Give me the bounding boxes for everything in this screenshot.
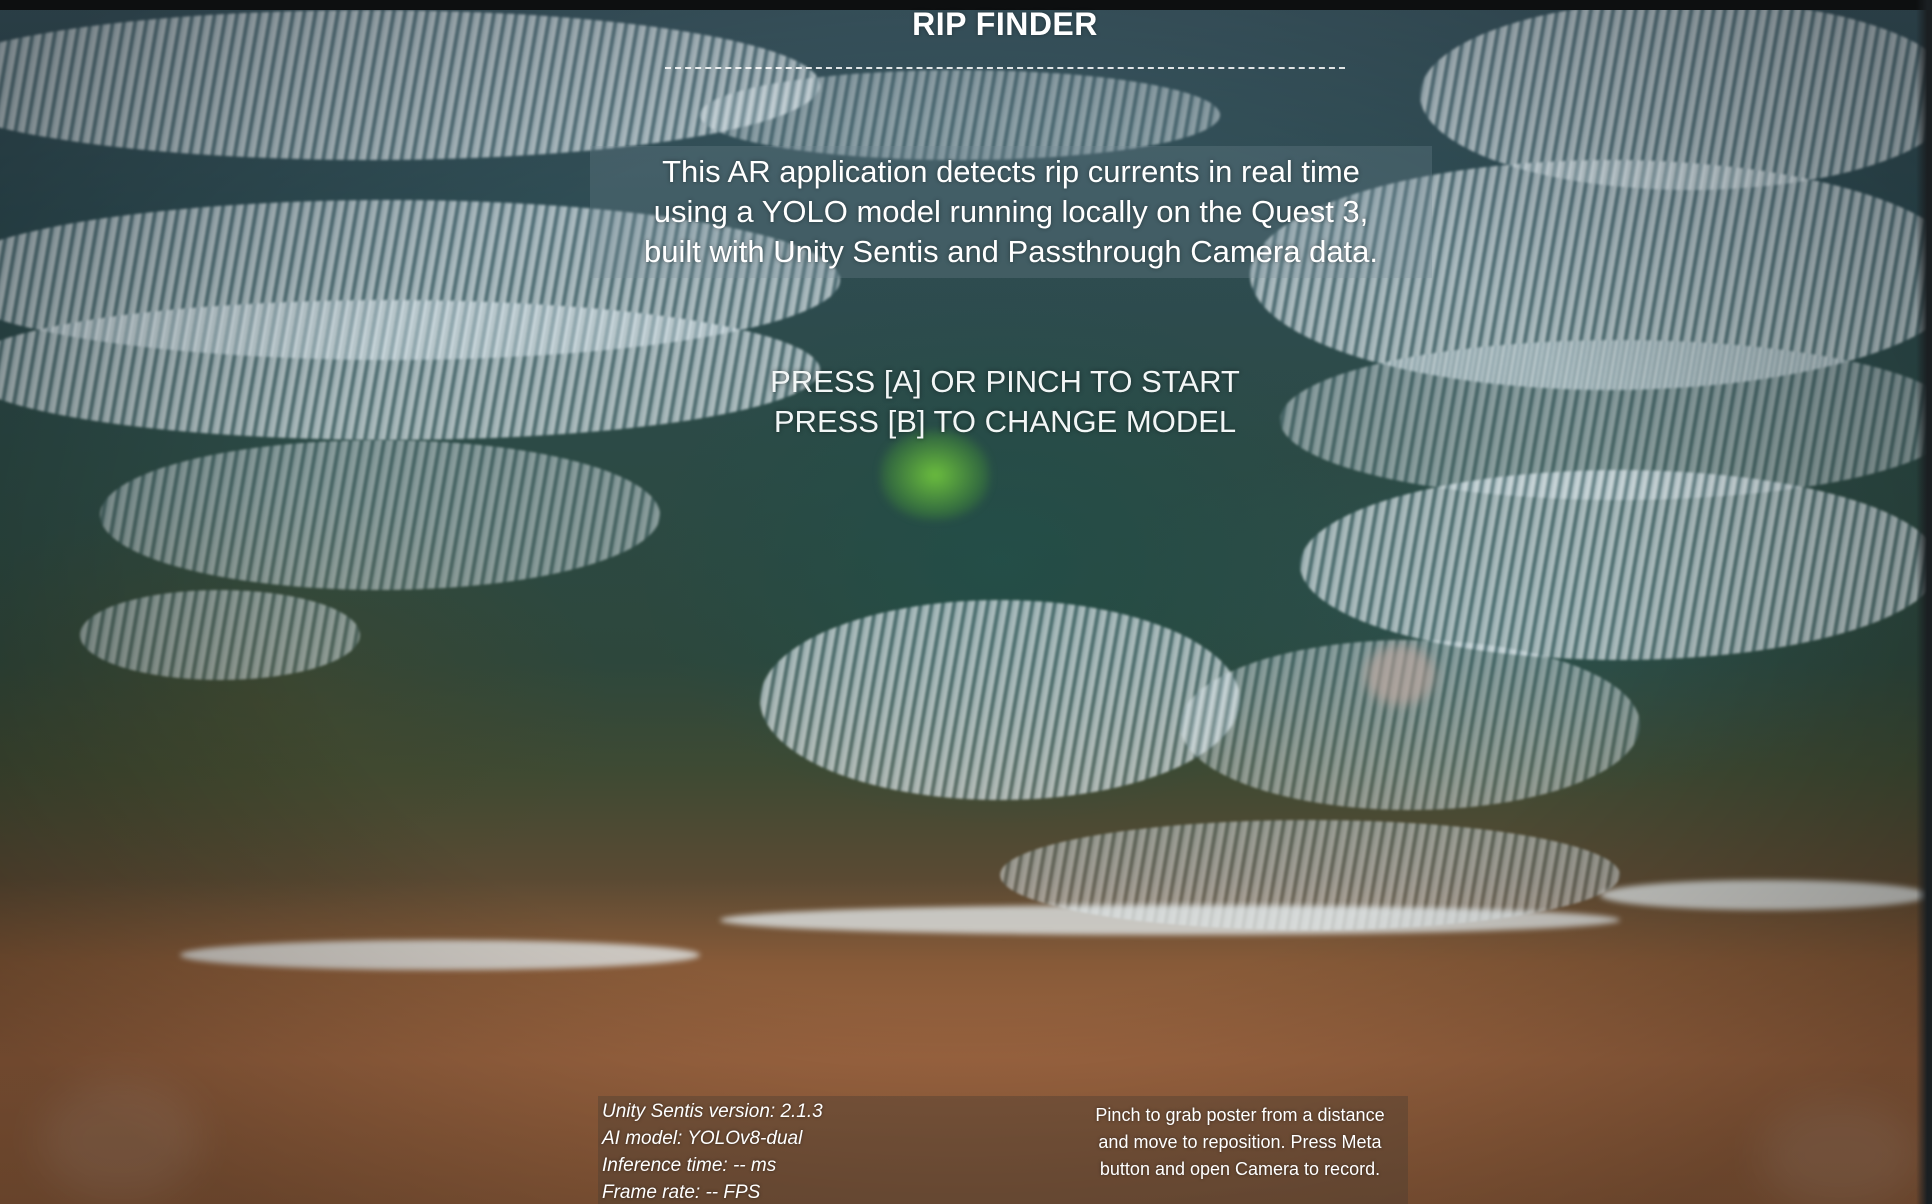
reposition-help: Pinch to grab poster from a distance and… <box>1070 1102 1410 1183</box>
description-line: using a YOLO model running locally on th… <box>653 194 1369 229</box>
lens-blur <box>1760 1100 1920 1204</box>
app-title: RIP FINDER <box>912 6 1098 42</box>
lens-blur <box>40 1080 200 1200</box>
shoreline-foam <box>720 905 1620 935</box>
stats-readout: Unity Sentis version: 2.1.3 AI model: YO… <box>602 1098 823 1204</box>
description-line: built with Unity Sentis and Passthrough … <box>643 234 1379 269</box>
change-model-prompt[interactable]: PRESS [B] TO CHANGE MODEL <box>640 402 1370 442</box>
wave-foam <box>760 600 1240 800</box>
start-prompt[interactable]: PRESS [A] OR PINCH TO START <box>640 362 1370 402</box>
help-line: button and open Camera to record. <box>1099 1159 1381 1179</box>
ai-model: AI model: YOLOv8-dual <box>602 1128 803 1149</box>
control-prompts: PRESS [A] OR PINCH TO START PRESS [B] TO… <box>640 362 1370 442</box>
ar-passthrough-viewport[interactable]: RIP FINDER This AR application detects r… <box>0 0 1932 1204</box>
wave-foam <box>100 440 660 590</box>
rip-current-detection <box>880 430 990 520</box>
swimmer <box>1365 645 1435 705</box>
shoreline-foam <box>180 940 700 970</box>
description-line: This AR application detects rip currents… <box>662 154 1360 189</box>
wave-foam <box>80 590 360 680</box>
description-panel: This AR application detects rip currents… <box>590 146 1432 278</box>
help-line: and move to reposition. Press Meta <box>1098 1132 1382 1152</box>
headset-frame-right <box>1916 0 1932 1204</box>
inference-time: Inference time: -- ms <box>602 1155 777 1176</box>
help-line: Pinch to grab poster from a distance <box>1095 1105 1385 1125</box>
wave-foam <box>1300 470 1932 660</box>
sentis-version: Unity Sentis version: 2.1.3 <box>602 1101 823 1122</box>
shoreline-foam <box>1600 880 1930 910</box>
frame-rate: Frame rate: -- FPS <box>602 1182 761 1203</box>
title-divider <box>665 67 1345 69</box>
